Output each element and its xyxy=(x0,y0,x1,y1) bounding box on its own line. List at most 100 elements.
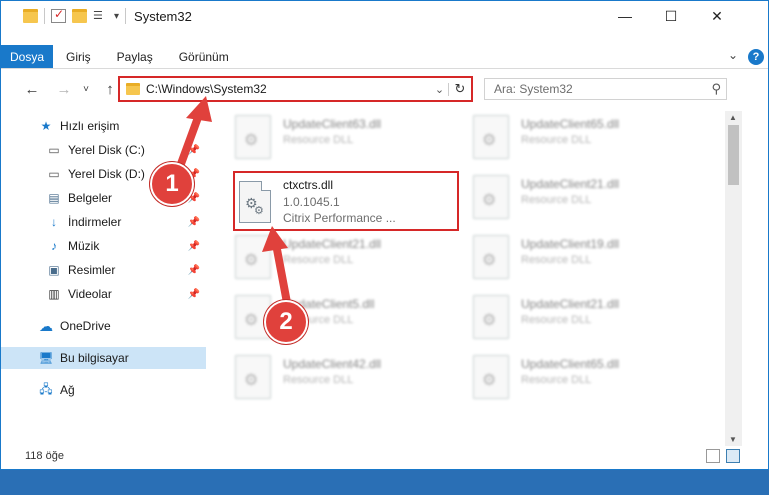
step-badge-2: 2 xyxy=(264,300,308,344)
music-icon: ♪ xyxy=(51,239,57,253)
file-tile[interactable]: UpdateClient21.dll Resource DLL xyxy=(473,295,703,349)
pin-icon: 📌 xyxy=(187,288,200,300)
file-tile[interactable]: UpdateClient42.dll Resource DLL xyxy=(235,355,465,409)
sidebar-item-this-pc[interactable]: 🖥 Bu bilgisayar xyxy=(1,347,206,369)
file-tile-ctxctrs[interactable]: ⚙ ⚙ ctxctrs.dll 1.0.1045.1 Citrix Perfor… xyxy=(233,171,459,231)
dll-file-icon xyxy=(235,235,271,279)
scroll-thumb[interactable] xyxy=(728,125,739,185)
folder-icon[interactable] xyxy=(23,9,38,23)
tab-home[interactable]: Giriş xyxy=(53,45,104,68)
tiles-view-icon[interactable] xyxy=(726,449,740,463)
pin-icon: 📌 xyxy=(187,264,200,276)
refresh-button[interactable]: ↻ xyxy=(449,81,471,97)
close-button[interactable]: ✕ xyxy=(694,1,740,31)
scroll-down-icon[interactable]: ▼ xyxy=(729,435,737,444)
dropdown-icon[interactable]: ▾ xyxy=(114,11,119,22)
file-tile[interactable]: UpdateClient21.dll Resource DLL xyxy=(473,175,703,229)
file-tile[interactable]: UpdateClient21.dll Resource DLL xyxy=(235,235,465,289)
sidebar-item-network[interactable]: 🖧 Ağ xyxy=(1,379,206,401)
forward-button[interactable]: → xyxy=(53,81,75,98)
sidebar-item-videos[interactable]: ▥ Videolar 📌 xyxy=(1,283,206,305)
sidebar-item-quick-access[interactable]: ★ Hızlı erişim xyxy=(1,115,206,137)
pictures-icon: ▣ xyxy=(48,263,60,277)
file-name: ctxctrs.dll xyxy=(283,178,334,192)
file-name: UpdateClient63.dll xyxy=(283,117,382,131)
properties-icon[interactable]: ✓ xyxy=(51,7,66,23)
file-tile[interactable]: UpdateClient65.dll Resource DLL xyxy=(473,355,703,409)
file-description: Resource DLL xyxy=(521,194,592,206)
file-name: UpdateClient21.dll xyxy=(283,237,382,251)
file-tile[interactable]: UpdateClient63.dll Resource DLL xyxy=(235,115,465,169)
file-description: Resource DLL xyxy=(521,134,592,146)
folder-icon xyxy=(126,83,140,95)
recent-locations-button[interactable]: ˅ xyxy=(75,84,97,95)
file-description: Resource DLL xyxy=(521,314,592,326)
sidebar-item-downloads[interactable]: ↓ İndirmeler 📌 xyxy=(1,211,206,233)
details-view-icon[interactable] xyxy=(706,449,720,463)
search-placeholder: Ara: System32 xyxy=(494,82,573,96)
sidebar-item-music[interactable]: ♪ Müzik 📌 xyxy=(1,235,206,257)
search-input[interactable]: Ara: System32 ⚲ xyxy=(484,78,727,100)
expand-ribbon-icon[interactable]: ⌄ xyxy=(728,48,738,62)
pin-icon: 📌 xyxy=(187,216,200,228)
dll-file-icon xyxy=(473,355,509,399)
navigation-pane: ★ Hızlı erişim ▭ Yerel Disk (C:) 📌 ▭ Yer… xyxy=(1,111,209,446)
address-bar[interactable]: C:\Windows\System32 ⌄ ↻ xyxy=(118,76,473,102)
file-tile[interactable]: UpdateClient65.dll Resource DLL xyxy=(473,115,703,169)
tab-view[interactable]: Görünüm xyxy=(166,45,242,68)
tab-file[interactable]: Dosya xyxy=(1,45,53,68)
item-count: 118 öğe xyxy=(25,450,64,462)
dll-file-icon xyxy=(235,355,271,399)
sidebar-item-onedrive[interactable]: ☁ OneDrive xyxy=(1,315,206,337)
search-icon[interactable]: ⚲ xyxy=(711,81,721,97)
download-icon: ↓ xyxy=(51,215,57,229)
file-name: UpdateClient65.dll xyxy=(521,117,620,131)
sidebar-item-label: Resimler xyxy=(68,263,116,277)
navigation-bar: ← → ˅ ↑ C:\Windows\System32 ⌄ ↻ Ara: Sys… xyxy=(1,71,768,107)
help-button[interactable]: ? xyxy=(748,49,764,65)
file-name: UpdateClient21.dll xyxy=(521,297,620,311)
back-button[interactable]: ← xyxy=(21,81,43,98)
file-list: UpdateClient63.dll Resource DLL UpdateCli… xyxy=(213,111,723,446)
maximize-button[interactable]: ☐ xyxy=(648,1,694,31)
file-name: UpdateClient21.dll xyxy=(521,177,620,191)
star-icon: ★ xyxy=(40,119,52,133)
sidebar-item-label: Müzik xyxy=(68,239,100,253)
sidebar-item-label: Yerel Disk (D:) xyxy=(68,167,145,181)
file-name: UpdateClient42.dll xyxy=(283,357,382,371)
sidebar-item-label: Belgeler xyxy=(68,191,113,205)
step-badge-1: 1 xyxy=(150,162,194,206)
address-path[interactable]: C:\Windows\System32 xyxy=(146,82,431,96)
view-switcher xyxy=(706,449,740,463)
pin-icon: 📌 xyxy=(187,240,200,252)
customize-toolbar-icon[interactable]: ☰ xyxy=(93,9,108,23)
file-description: Resource DLL xyxy=(521,254,592,266)
sidebar-item-label: Yerel Disk (C:) xyxy=(68,143,145,157)
file-version: 1.0.1045.1 xyxy=(283,195,340,209)
cloud-icon: ☁ xyxy=(39,317,53,334)
address-dropdown-button[interactable]: ⌄ xyxy=(431,82,449,96)
vertical-scrollbar[interactable]: ▲ ▼ xyxy=(725,111,742,446)
documents-icon: ▤ xyxy=(48,191,60,205)
new-folder-icon[interactable] xyxy=(72,9,87,23)
minimize-button[interactable]: — xyxy=(602,1,648,31)
file-description: Citrix Performance ... xyxy=(283,211,396,225)
sidebar-item-label: Videolar xyxy=(68,287,112,301)
file-tile[interactable]: UpdateClient19.dll Resource DLL xyxy=(473,235,703,289)
sidebar-item-label: OneDrive xyxy=(60,319,111,333)
sidebar-item-label: İndirmeler xyxy=(68,215,122,229)
explorer-window: ✓ ☰ ▾ System32 — ☐ ✕ Dosya Giriş Paylaş … xyxy=(0,0,769,470)
divider xyxy=(125,8,127,24)
tab-share[interactable]: Paylaş xyxy=(104,45,166,68)
file-description: Resource DLL xyxy=(521,374,592,386)
sidebar-item-disk-c[interactable]: ▭ Yerel Disk (C:) 📌 xyxy=(1,139,206,161)
computer-icon: 🖥 xyxy=(38,351,54,365)
file-name: UpdateClient65.dll xyxy=(521,357,620,371)
scroll-up-icon[interactable]: ▲ xyxy=(729,113,737,122)
file-description: Resource DLL xyxy=(283,134,354,146)
window-title: System32 xyxy=(134,8,192,24)
file-description: Resource DLL xyxy=(283,374,354,386)
ribbon: Dosya Giriş Paylaş Görünüm ⌄ ? xyxy=(1,45,768,69)
network-icon: 🖧 xyxy=(39,381,53,396)
sidebar-item-pictures[interactable]: ▣ Resimler 📌 xyxy=(1,259,206,281)
